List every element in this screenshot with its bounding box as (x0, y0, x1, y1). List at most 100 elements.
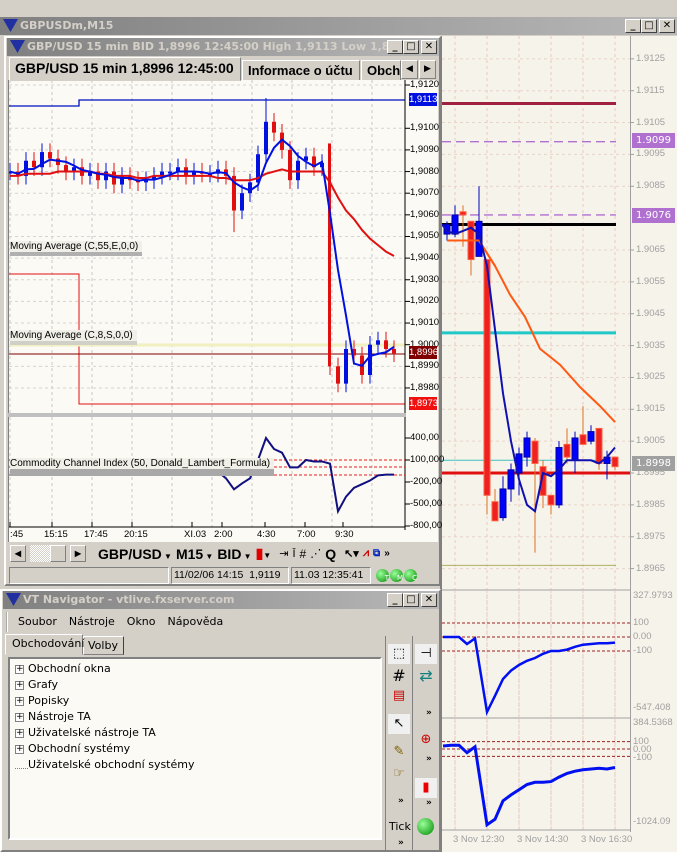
symbol-value: GBP/USD (98, 545, 162, 562)
candle-body (240, 193, 244, 211)
time-axis-label: 17:45 (84, 529, 108, 540)
time-axis-label: 7:00 (297, 529, 316, 540)
tab-chart[interactable]: GBP/USD 15 min 1,8996 12:45:00 (9, 57, 241, 81)
candle-body (264, 121, 268, 155)
scrollbar-thumb[interactable] (50, 545, 66, 562)
connection-lamp-c-icon: C (404, 569, 417, 582)
expand-icon[interactable]: + (15, 744, 24, 754)
expand-icon[interactable]: + (15, 696, 24, 706)
tree-item-uzivatelske-nastroje-ta[interactable]: + Uživatelské nástroje TA (15, 725, 380, 741)
close-button[interactable]: ✕ (421, 593, 437, 607)
price-axis-label: 1,9030 (410, 273, 440, 285)
price-axis-label: 1,9010 (410, 317, 440, 329)
chevron-down-icon: ▼ (241, 551, 252, 561)
candle-body (272, 121, 276, 133)
tree-item-label: Nástroje TA (28, 710, 91, 723)
chevron-down-icon[interactable]: » (398, 838, 404, 848)
tree-item-uzivatelske-obchodni-systemy[interactable]: Uživatelské obchodní systémy (15, 757, 380, 773)
ma8-label[interactable]: Moving Average (C,8,S,0,0) (10, 330, 137, 345)
navigator-toolbar-right: ⊣ ⇄ » ⊕ » ▮ » (412, 636, 439, 850)
expand-icon[interactable]: + (15, 680, 24, 690)
trendline-icon[interactable]: ⩘ (363, 547, 369, 560)
pane-splitter[interactable] (8, 413, 406, 417)
symbol-dropdown[interactable]: GBP/USD ▼ (98, 546, 172, 562)
hand-pointer-icon[interactable]: ☞ (388, 764, 410, 784)
candle-body (384, 340, 388, 350)
swap-arrows-icon[interactable]: ⇄ (415, 666, 437, 686)
candle-body (376, 340, 380, 345)
scale-fix-icon[interactable]: Ī (292, 548, 295, 560)
minimize-button[interactable]: _ (387, 593, 403, 607)
maximize-button[interactable]: □ (403, 593, 419, 607)
price-axis-label: 1,9020 (410, 295, 440, 307)
scroll-left-button[interactable]: ◀ (10, 545, 26, 562)
grid-icon[interactable]: # (300, 547, 307, 561)
select-area-icon[interactable]: ⬚ (388, 644, 410, 664)
pointer-icon[interactable]: ↖▾ (344, 547, 359, 560)
price-axis-label: 1,8990 (410, 360, 440, 372)
tree-item-label: Uživatelské obchodní systémy (28, 758, 195, 771)
tab-volby[interactable]: Volby (83, 636, 124, 655)
cci-label[interactable]: Commodity Channel Index (50, Donald_Lamb… (10, 458, 275, 476)
navigator-tree[interactable]: + Obchodní okna + Grafy + Popisky + Nástroje… (8, 657, 382, 840)
price-axis-label: 1,9040 (410, 252, 440, 264)
pin-icon[interactable]: ⊣ (415, 644, 437, 664)
chevron-down-icon[interactable]: » (426, 708, 432, 718)
chevron-down-icon: ▼ (203, 551, 214, 561)
chevron-down-icon[interactable]: » (426, 798, 432, 808)
price-axis-label: 1,9090 (410, 143, 440, 155)
chevron-down-icon[interactable]: » (398, 796, 404, 806)
more-tools-icon[interactable]: » (384, 548, 390, 559)
tree-item-obchodni-okna[interactable]: + Obchodní okna (15, 661, 380, 677)
crosshair-icon[interactable]: ⋰ (310, 547, 321, 560)
chevron-down-icon[interactable]: » (426, 754, 432, 764)
price-axis-label: 1,8980 (410, 381, 440, 393)
expand-icon[interactable]: + (15, 728, 24, 738)
ma55-label[interactable]: Moving Average (C,55,E,0,0) (10, 241, 143, 256)
price-axis-label: 1,9080 (410, 165, 440, 177)
candle-body (336, 366, 340, 384)
channel-icon[interactable]: ⧉ (373, 548, 380, 559)
candle-body (248, 182, 252, 194)
period-value: M15 (175, 545, 204, 562)
tick-button[interactable]: Tick (389, 820, 411, 833)
properties-icon[interactable]: ▤ (388, 686, 410, 706)
candle-body (288, 149, 292, 181)
tree-item-label: Uživatelské nástroje TA (28, 726, 156, 739)
navigator-titlebar: VT Navigator - vtlive.fxserver.com _ □ ✕ (3, 591, 439, 609)
tree-item-nastroje-ta[interactable]: + Nástroje TA (15, 709, 380, 725)
pointer-icon[interactable]: ↖ (388, 714, 410, 734)
candle-body (368, 344, 372, 375)
tab-obchodovani[interactable]: Obchodování (5, 634, 84, 655)
tree-item-grafy[interactable]: + Grafy (15, 677, 380, 693)
expand-icon[interactable]: + (15, 664, 24, 674)
cci-axis-label: -800,00 (410, 520, 443, 531)
tree-item-label: Obchodní okna (28, 662, 111, 675)
price-type-dropdown[interactable]: BID ▼ (217, 546, 251, 562)
price-type-value: BID (217, 545, 242, 562)
time-axis-label: 15:15 (44, 529, 68, 540)
shift-end-icon[interactable]: ⇥ (279, 547, 288, 560)
menu-napoveda[interactable]: Nápověda (168, 612, 224, 632)
expand-icon[interactable]: + (15, 712, 24, 722)
cci-axis-label: 100,000 (410, 454, 445, 465)
quote-button[interactable]: Q (325, 546, 336, 562)
candle-icon[interactable]: ▮ (415, 778, 437, 798)
scrollbar-track[interactable] (30, 545, 52, 562)
high-price-marker: 1,9113 (409, 93, 438, 106)
menu-nastroje[interactable]: Nástroje (69, 612, 115, 632)
status-time: 11.03 12:35:41 (291, 567, 371, 584)
scroll-right-button[interactable]: ▶ (70, 545, 86, 562)
candle-body (392, 349, 396, 354)
edit-doc-icon[interactable]: ✎ (388, 742, 410, 762)
zoom-in-icon[interactable]: ⊕ (415, 730, 437, 750)
tree-item-label: Popisky (28, 694, 70, 707)
menu-okno[interactable]: Okno (127, 612, 156, 632)
grid-icon[interactable]: # (388, 666, 410, 686)
menu-soubor[interactable]: Soubor (18, 612, 57, 632)
candle-type-icon[interactable]: ▮▼ (256, 545, 272, 562)
tree-item-popisky[interactable]: + Popisky (15, 693, 380, 709)
high-line (9, 99, 405, 107)
tree-item-obchodni-systemy[interactable]: + Obchodní systémy (15, 741, 380, 757)
period-dropdown[interactable]: M15 ▼ (176, 546, 213, 562)
